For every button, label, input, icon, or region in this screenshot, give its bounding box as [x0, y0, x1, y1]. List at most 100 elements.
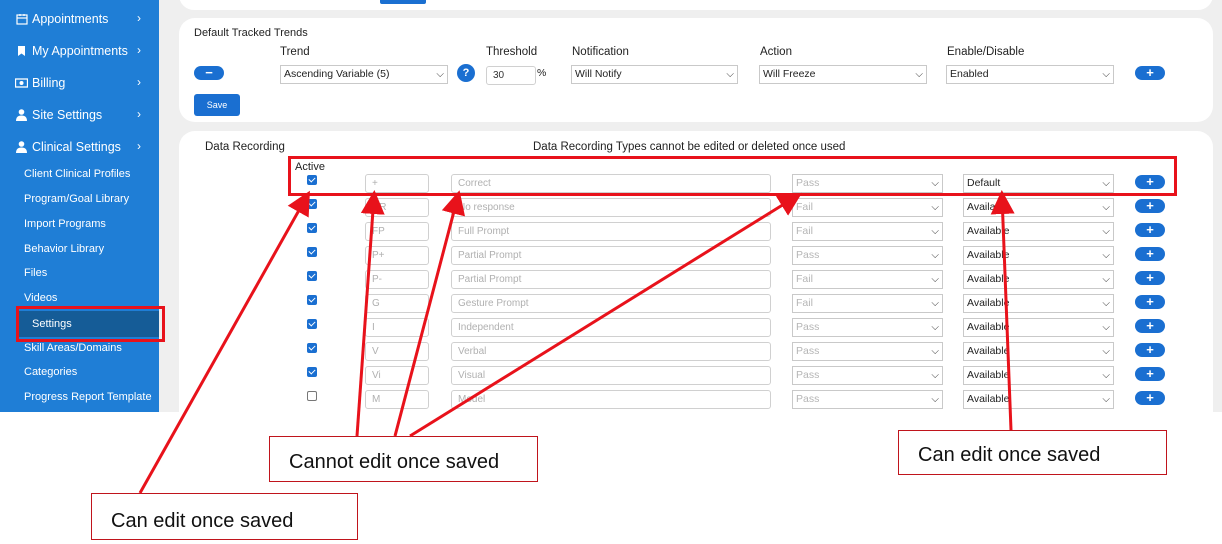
active-checkbox[interactable] — [307, 295, 317, 305]
chevron-down-icon: ⌵ — [931, 298, 939, 309]
help-icon[interactable]: ? — [457, 64, 475, 82]
chevron-down-icon: ⌵ — [1102, 298, 1110, 309]
active-checkbox[interactable] — [307, 319, 317, 329]
result-select-value: Pass — [796, 369, 820, 381]
code-input[interactable]: FP — [365, 222, 429, 241]
add-trend-button[interactable]: + — [1135, 66, 1165, 80]
active-checkbox[interactable] — [307, 271, 317, 281]
result-select[interactable]: Fail ⌵ — [792, 222, 943, 241]
code-input[interactable]: I — [365, 318, 429, 337]
name-input[interactable]: Partial Prompt — [451, 270, 771, 289]
threshold-input[interactable]: 30 — [486, 66, 536, 85]
result-select[interactable]: Pass ⌵ — [792, 366, 943, 385]
sidebar-item-my-appointments[interactable]: My Appointments › — [0, 39, 159, 63]
action-select[interactable]: Will Freeze ⌵ — [759, 65, 927, 84]
status-select[interactable]: Available ⌵ — [963, 246, 1114, 265]
result-select[interactable]: Fail ⌵ — [792, 198, 943, 217]
sidebar-item-files[interactable]: Files — [24, 267, 47, 279]
enable-select[interactable]: Enabled ⌵ — [946, 65, 1114, 84]
sidebar-item-client-clinical-profiles[interactable]: Client Clinical Profiles — [24, 168, 130, 180]
status-select-value: Available — [967, 297, 1010, 309]
sidebar-item-behavior-library[interactable]: Behavior Library — [24, 243, 104, 255]
add-recording-type-button[interactable]: + — [1135, 199, 1165, 213]
code-input[interactable]: M — [365, 390, 429, 409]
sidebar-item-site-settings[interactable]: Site Settings › — [0, 103, 159, 127]
status-select[interactable]: Available ⌵ — [963, 390, 1114, 409]
status-select[interactable]: Available ⌵ — [963, 294, 1114, 313]
name-input[interactable]: Verbal — [451, 342, 771, 361]
sidebar-item-categories[interactable]: Categories — [24, 366, 77, 378]
name-input[interactable]: Independent — [451, 318, 771, 337]
status-select[interactable]: Available ⌵ — [963, 270, 1114, 289]
result-select-value: Pass — [796, 321, 820, 333]
name-input[interactable]: Visual — [451, 366, 771, 385]
sidebar-item-skill-areas-domains[interactable]: Skill Areas/Domains — [24, 342, 122, 354]
code-input[interactable]: G — [365, 294, 429, 313]
result-select-value: Fail — [796, 201, 813, 213]
sidebar-item-billing[interactable]: Billing › — [0, 71, 159, 95]
code-input[interactable]: P- — [365, 270, 429, 289]
chevron-down-icon: ⌵ — [931, 370, 939, 381]
settings-highlight-box — [16, 306, 165, 342]
code-input[interactable]: V — [365, 342, 429, 361]
add-recording-type-button[interactable]: + — [1135, 319, 1165, 333]
active-checkbox[interactable] — [307, 391, 317, 401]
sidebar-item-videos[interactable]: Videos — [24, 292, 57, 304]
percent-label: % — [537, 67, 547, 79]
add-recording-type-button[interactable]: + — [1135, 223, 1165, 237]
status-select[interactable]: Available ⌵ — [963, 366, 1114, 385]
result-select[interactable]: Pass ⌵ — [792, 246, 943, 265]
result-select[interactable]: Fail ⌵ — [792, 294, 943, 313]
status-select[interactable]: Available ⌵ — [963, 198, 1114, 217]
chevron-right-icon: › — [137, 139, 141, 153]
result-select[interactable]: Pass ⌵ — [792, 318, 943, 337]
code-input[interactable]: P+ — [365, 246, 429, 265]
result-select[interactable]: Pass ⌵ — [792, 342, 943, 361]
result-select[interactable]: Fail ⌵ — [792, 270, 943, 289]
save-button[interactable]: Save — [194, 94, 240, 116]
active-checkbox[interactable] — [307, 199, 317, 209]
chevron-down-icon: ⌵ — [931, 274, 939, 285]
chevron-down-icon: ⌵ — [1102, 394, 1110, 405]
add-recording-type-button[interactable]: + — [1135, 295, 1165, 309]
chevron-right-icon: › — [137, 43, 141, 57]
sidebar-item-progress-report-template[interactable]: Progress Report Template — [24, 391, 152, 403]
sidebar-item-clinical-settings[interactable]: Clinical Settings › — [0, 135, 159, 159]
name-input[interactable]: Model — [451, 390, 771, 409]
notification-column-header: Notification — [572, 46, 629, 58]
add-recording-type-button[interactable]: + — [1135, 247, 1165, 261]
trend-select[interactable]: Ascending Variable (5) ⌵ — [280, 65, 448, 84]
result-select-value: Pass — [796, 249, 820, 261]
active-checkbox[interactable] — [307, 247, 317, 257]
code-input[interactable]: NR — [365, 198, 429, 217]
chevron-down-icon: ⌵ — [931, 346, 939, 357]
name-input[interactable]: Full Prompt — [451, 222, 771, 241]
chevron-down-icon: ⌵ — [436, 69, 444, 80]
remove-trend-button[interactable]: − — [194, 66, 224, 80]
name-input[interactable]: No response — [451, 198, 771, 217]
status-select[interactable]: Available ⌵ — [963, 222, 1114, 241]
sidebar-item-program-goal-library[interactable]: Program/Goal Library — [24, 193, 129, 205]
notification-select[interactable]: Will Notify ⌵ — [571, 65, 738, 84]
sidebar-item-appointments[interactable]: Appointments › — [0, 7, 159, 31]
chevron-down-icon: ⌵ — [1102, 202, 1110, 213]
add-recording-type-button[interactable]: + — [1135, 391, 1165, 405]
active-checkbox[interactable] — [307, 223, 317, 233]
user-icon — [15, 140, 28, 153]
sidebar: Appointments › My Appointments › Billing… — [0, 0, 159, 412]
result-select[interactable]: Pass ⌵ — [792, 390, 943, 409]
top-save-button[interactable] — [380, 0, 426, 4]
status-select[interactable]: Available ⌵ — [963, 342, 1114, 361]
sidebar-item-import-programs[interactable]: Import Programs — [24, 218, 106, 230]
active-checkbox[interactable] — [307, 367, 317, 377]
add-recording-type-button[interactable]: + — [1135, 367, 1165, 381]
sidebar-item-label: My Appointments — [32, 44, 128, 58]
name-input[interactable]: Gesture Prompt — [451, 294, 771, 313]
status-select[interactable]: Available ⌵ — [963, 318, 1114, 337]
status-select-value: Available — [967, 345, 1010, 357]
active-checkbox[interactable] — [307, 343, 317, 353]
add-recording-type-button[interactable]: + — [1135, 343, 1165, 357]
code-input[interactable]: Vi — [365, 366, 429, 385]
add-recording-type-button[interactable]: + — [1135, 271, 1165, 285]
name-input[interactable]: Partial Prompt — [451, 246, 771, 265]
